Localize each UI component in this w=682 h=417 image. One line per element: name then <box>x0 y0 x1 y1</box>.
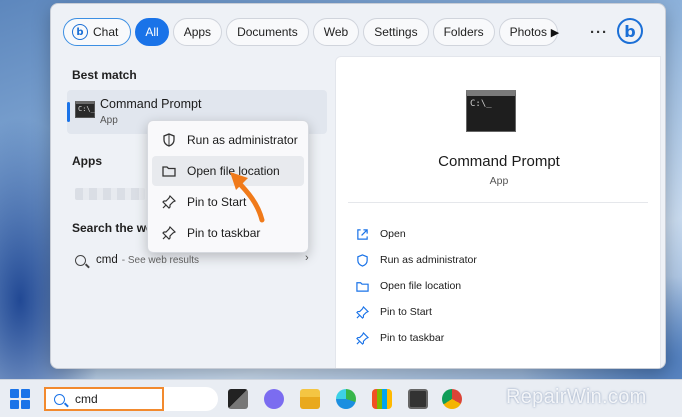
tab-folders[interactable]: Folders <box>432 18 495 46</box>
best-match-title: Command Prompt <box>100 97 202 111</box>
best-match-heading: Best match <box>72 68 137 82</box>
action-pin-to-start-label: Pin to Start <box>380 306 432 318</box>
best-match-subtitle: App <box>100 115 118 126</box>
play-icon[interactable]: ▶ <box>547 22 563 42</box>
details-pane: C:\_ Command Prompt App Open Run as admi… <box>335 56 661 368</box>
tab-chat-label: Chat <box>93 25 119 39</box>
pin-icon <box>356 331 369 345</box>
divider <box>348 202 648 203</box>
taskbar-search-box[interactable] <box>44 387 164 411</box>
search-box-tail[interactable] <box>164 387 218 411</box>
command-prompt-icon: C:\_ <box>75 101 95 118</box>
pin-icon <box>162 195 176 209</box>
action-open[interactable]: Open <box>356 221 477 247</box>
chevron-right-icon[interactable]: › <box>305 252 309 264</box>
edge-icon[interactable] <box>336 389 356 409</box>
chrome-icon[interactable] <box>442 389 462 409</box>
bing-chat-icon: b <box>72 24 88 40</box>
task-view-icon[interactable] <box>228 389 248 409</box>
action-run-as-admin-label: Run as administrator <box>380 254 477 266</box>
tab-photos-label: Photos <box>509 25 547 39</box>
file-explorer-icon[interactable] <box>300 389 320 409</box>
tab-folders-label: Folders <box>443 25 484 39</box>
action-pin-to-taskbar[interactable]: Pin to taskbar <box>356 325 477 351</box>
tab-web-label: Web <box>323 25 349 39</box>
tab-settings-label: Settings <box>374 25 418 39</box>
tab-documents-label: Documents <box>237 25 298 39</box>
tab-apps[interactable]: Apps <box>172 18 223 46</box>
ctx-pin-to-taskbar-label: Pin to taskbar <box>187 226 261 240</box>
search-icon <box>75 254 86 266</box>
open-external-icon <box>357 228 368 240</box>
pin-icon <box>162 226 176 240</box>
apps-heading: Apps <box>72 154 102 168</box>
action-pin-to-taskbar-label: Pin to taskbar <box>380 332 445 344</box>
action-open-file-location[interactable]: Open file location <box>356 273 477 299</box>
windows-start-icon[interactable] <box>10 389 30 409</box>
calculator-icon[interactable] <box>408 389 428 409</box>
web-query: cmd <box>96 254 118 266</box>
ctx-run-as-admin[interactable]: Run as administrator <box>152 125 304 155</box>
tab-settings[interactable]: Settings <box>363 18 429 46</box>
tab-documents[interactable]: Documents <box>226 18 309 46</box>
action-open-label: Open <box>380 228 406 240</box>
tab-all-label: All <box>145 25 159 39</box>
filter-tabs: b Chat All Apps Documents Web Settings F… <box>63 18 558 46</box>
command-prompt-large-icon: C:\_ <box>466 90 516 132</box>
folder-icon <box>162 166 176 177</box>
tab-all[interactable]: All <box>135 18 169 46</box>
shield-icon <box>163 133 175 147</box>
action-pin-to-start[interactable]: Pin to Start <box>356 299 477 325</box>
details-title: Command Prompt <box>438 153 560 170</box>
orange-arrow-annotation <box>230 172 265 223</box>
blurred-app-result[interactable] <box>75 188 145 200</box>
taskbar-search-input[interactable] <box>75 392 155 406</box>
start-search-panel: b Chat All Apps Documents Web Settings F… <box>50 3 666 369</box>
shield-icon <box>357 253 368 267</box>
action-open-file-location-label: Open file location <box>380 280 462 292</box>
action-run-as-admin[interactable]: Run as administrator <box>356 247 477 273</box>
search-icon <box>54 393 65 405</box>
more-options-icon[interactable]: ··· <box>589 22 609 42</box>
web-hint: - See web results <box>121 254 199 266</box>
web-result-row[interactable]: cmd - See web results <box>75 250 315 270</box>
details-actions: Open Run as administrator Open file loca… <box>356 221 477 351</box>
pin-icon <box>356 305 369 319</box>
tab-web[interactable]: Web <box>312 18 360 46</box>
tab-apps-label: Apps <box>183 25 212 39</box>
bing-logo-icon[interactable]: b <box>617 18 643 44</box>
watermark: RepairWin.com <box>506 386 647 408</box>
tab-chat[interactable]: b Chat <box>63 18 132 46</box>
teams-chat-icon[interactable] <box>264 389 284 409</box>
ctx-run-as-admin-label: Run as administrator <box>187 133 298 147</box>
store-icon[interactable] <box>372 389 392 409</box>
details-subtitle: App <box>489 175 509 187</box>
folder-icon <box>356 281 369 292</box>
